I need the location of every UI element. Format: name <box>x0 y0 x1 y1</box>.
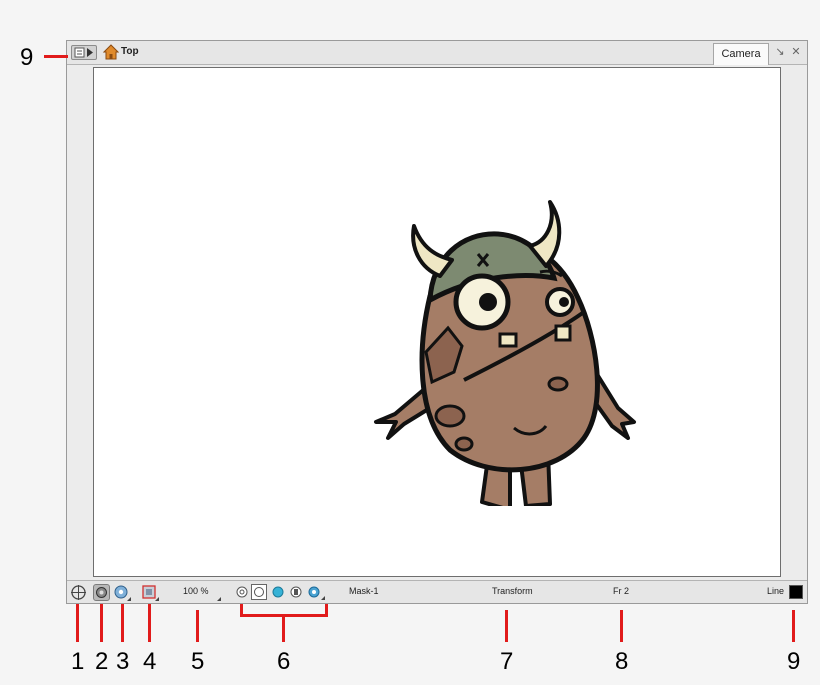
breadcrumb-top[interactable]: Top <box>121 46 139 57</box>
callout-9-top: 9 <box>20 44 34 71</box>
reset-view-button[interactable] <box>70 584 87 601</box>
crosshair-icon <box>71 585 86 600</box>
dropdown-corner-icon <box>155 597 159 601</box>
normal-mode-icon[interactable] <box>235 585 249 599</box>
colour-swirl-icon <box>254 587 264 597</box>
callout-6: 6 <box>277 648 291 675</box>
view-menu-button[interactable] <box>71 45 97 60</box>
callout-bracket-6-right <box>325 604 328 616</box>
matte-mode-icon[interactable] <box>289 585 303 599</box>
callout-1: 1 <box>71 648 85 675</box>
display-mode-group <box>235 584 327 601</box>
callout-line-3 <box>121 604 124 642</box>
mask-name: Mask-1 <box>349 586 379 596</box>
view-title-bar: Top Camera ↘ ✕ <box>67 41 807 65</box>
tab-camera[interactable]: Camera <box>713 43 769 65</box>
zoom-level[interactable]: 100 % <box>183 586 209 596</box>
callout-9: 9 <box>787 648 801 675</box>
current-tool: Transform <box>492 586 533 596</box>
toggle-quick-close-up-button[interactable] <box>93 584 110 601</box>
callout-line-2 <box>100 604 103 642</box>
callout-8: 8 <box>615 648 629 675</box>
current-frame: Fr 2 <box>613 586 630 596</box>
line-label: Line <box>767 586 785 596</box>
view-menu-icon <box>74 47 93 58</box>
preview-mode-button[interactable] <box>141 584 159 601</box>
colour-mode-icon[interactable] <box>251 584 267 600</box>
callout-line-9 <box>792 610 795 642</box>
mix-mode-icon[interactable] <box>307 585 321 599</box>
close-icon[interactable]: ✕ <box>789 45 803 59</box>
mode-dropdown-icon[interactable] <box>321 596 325 600</box>
callout-3: 3 <box>116 648 130 675</box>
camera-status-bar: 100 % Mask-1 Transform Fr 2 Line <box>67 580 807 603</box>
camera-view-window: Top Camera ↘ ✕ 100 % Mask-1 Transform Fr… <box>66 40 808 604</box>
undock-icon[interactable]: ↘ <box>773 45 787 59</box>
callout-line-7 <box>505 610 508 642</box>
callout-line-5 <box>196 610 199 642</box>
callout-2: 2 <box>95 648 109 675</box>
callout-5: 5 <box>191 648 205 675</box>
blue-mode-icon[interactable] <box>271 585 285 599</box>
callout-bracket-6-left <box>240 604 243 616</box>
home-icon[interactable] <box>103 44 119 60</box>
callout-line-6 <box>282 614 285 642</box>
callout-line-8 <box>620 610 623 642</box>
camera-viewport[interactable] <box>93 67 781 577</box>
render-preview-button[interactable] <box>113 584 131 601</box>
callout-line-9-top <box>44 55 68 58</box>
dropdown-corner-icon <box>127 597 131 601</box>
callout-line-1 <box>76 604 79 642</box>
callout-line-4 <box>148 604 151 642</box>
gear-icon <box>96 587 107 598</box>
zoom-dropdown-icon[interactable] <box>217 597 221 601</box>
line-colour-swatch[interactable] <box>789 585 803 599</box>
callout-4: 4 <box>143 648 157 675</box>
camera-view-diagram: Top Camera ↘ ✕ 100 % Mask-1 Transform Fr… <box>0 0 820 685</box>
callout-7: 7 <box>500 648 514 675</box>
monster-character <box>374 200 636 506</box>
